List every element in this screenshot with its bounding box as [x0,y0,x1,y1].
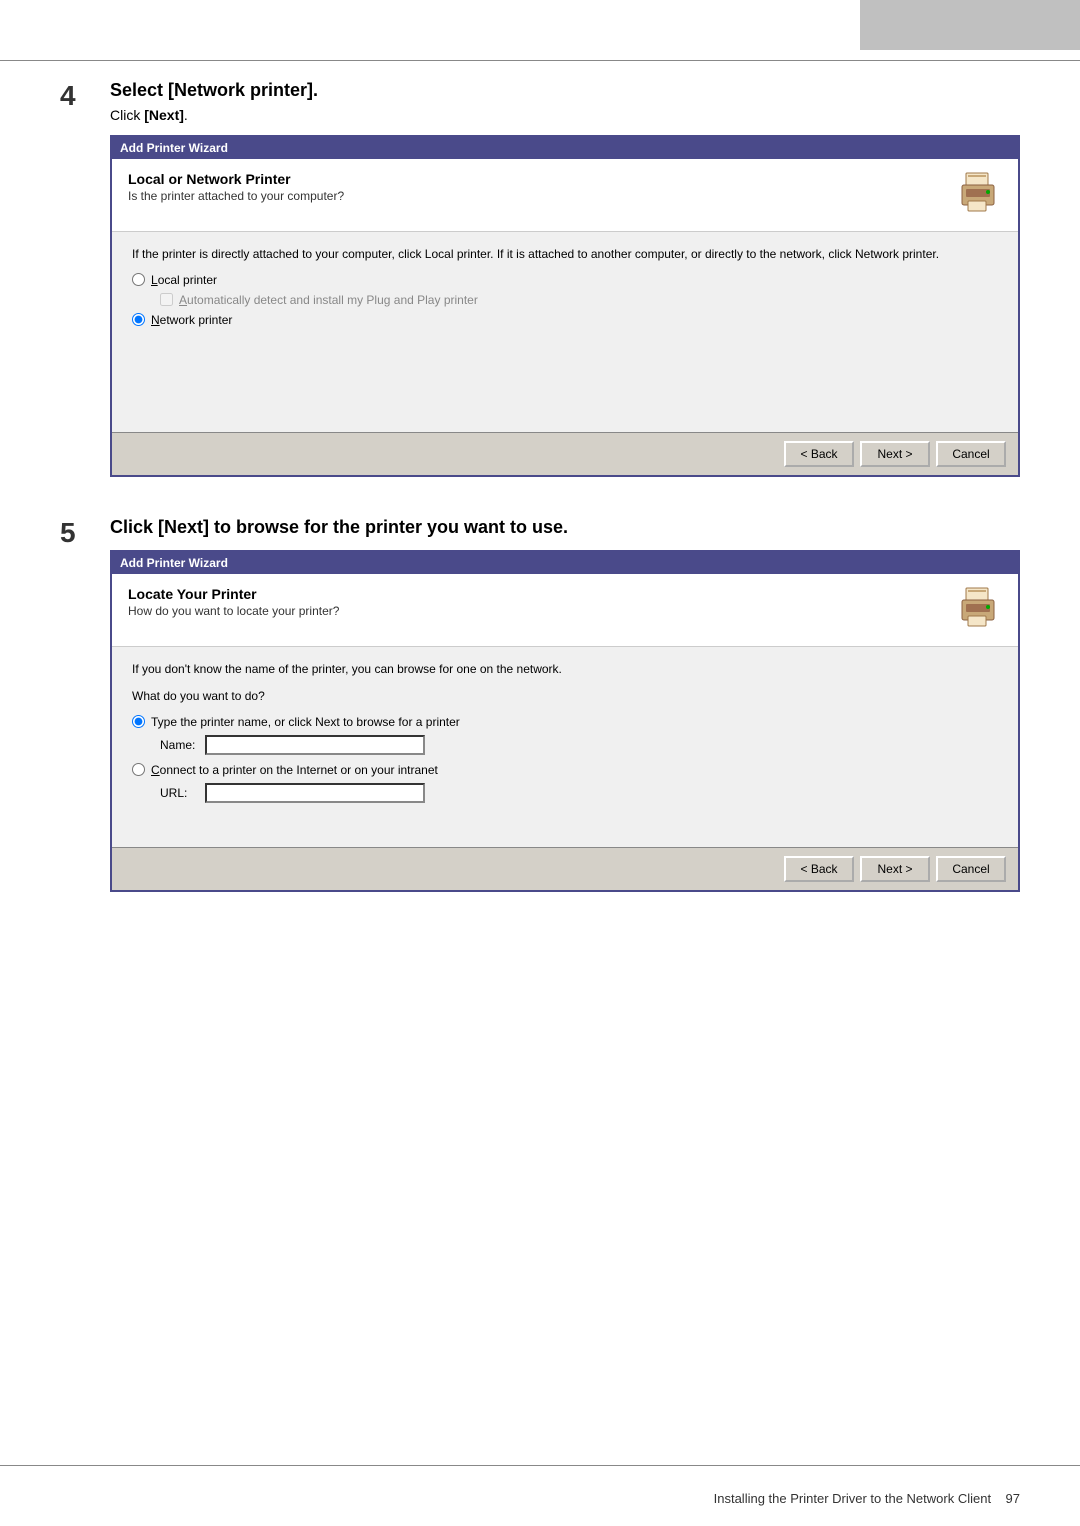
wizard-header-subtitle-2: How do you want to locate your printer? [128,604,942,618]
radio-type-name: Type the printer name, or click Next to … [132,715,998,729]
url-label: URL: [160,786,205,800]
radio-type-name-input[interactable] [132,715,145,728]
cancel-button-1[interactable]: Cancel [936,441,1006,467]
top-rule [0,60,1080,61]
radio-group-2: Type the printer name, or click Next to … [132,715,998,803]
wizard-main-1: If the printer is directly attached to y… [112,232,1018,432]
wizard-header-1: Local or Network Printer Is the printer … [112,159,1018,232]
footer: Installing the Printer Driver to the Net… [0,1491,1080,1506]
footer-page-number: 97 [1006,1491,1020,1506]
radio-type-name-label[interactable]: Type the printer name, or click Next to … [151,715,460,729]
top-bar [860,0,1080,50]
wizard-body-2: Locate Your Printer How do you want to l… [112,574,1018,890]
wizard-body-1: Local or Network Printer Is the printer … [112,159,1018,475]
wizard-footer-2: < Back Next > Cancel [112,847,1018,890]
bottom-rule [0,1465,1080,1466]
radio-network: Network printer [132,313,998,327]
radio-connect-internet: Connect to a printer on the Internet or … [132,763,998,777]
back-button-2[interactable]: < Back [784,856,854,882]
radio-network-label[interactable]: Network printer [151,313,232,327]
name-input[interactable] [205,735,425,755]
url-field-row: URL: [160,783,998,803]
wizard-box-2: Add Printer Wizard Locate Your Printer H… [110,550,1020,892]
radio-local-label[interactable]: Local printer [151,273,217,287]
step-5-title: Click [Next] to browse for the printer y… [110,517,1020,538]
main-content: 4 Select [Network printer]. Click [Next]… [60,80,1020,932]
wizard-header-title-1: Local or Network Printer [128,171,942,187]
checkbox-autodetect-label: Automatically detect and install my Plug… [179,293,478,307]
step-4-title: Select [Network printer]. [110,80,1020,101]
next-button-2[interactable]: Next > [860,856,930,882]
step-5-content: Click [Next] to browse for the printer y… [110,517,1020,892]
radio-local: Local printer [132,273,998,287]
wizard-titlebar-2: Add Printer Wizard [112,552,1018,574]
url-input[interactable] [205,783,425,803]
wizard-footer-1: < Back Next > Cancel [112,432,1018,475]
printer-icon-2 [954,586,1002,634]
radio-local-input[interactable] [132,273,145,286]
wizard-header-subtitle-1: Is the printer attached to your computer… [128,189,942,203]
printer-icon-1 [954,171,1002,219]
wizard-body-text1-2: If you don't know the name of the printe… [132,661,998,678]
step-4: 4 Select [Network printer]. Click [Next]… [60,80,1020,477]
radio-internet-label[interactable]: Connect to a printer on the Internet or … [151,763,438,777]
back-button-1[interactable]: < Back [784,441,854,467]
wizard-main-2: If you don't know the name of the printe… [112,647,1018,847]
wizard-titlebar-1: Add Printer Wizard [112,137,1018,159]
checkbox-autodetect-input[interactable] [160,293,173,306]
name-label: Name: [160,738,205,752]
step-4-number: 4 [60,82,110,477]
checkbox-autodetect: Automatically detect and install my Plug… [160,293,998,307]
next-button-1[interactable]: Next > [860,441,930,467]
footer-text: Installing the Printer Driver to the Net… [714,1491,991,1506]
printer-svg-2 [954,586,1002,634]
step-4-content: Select [Network printer]. Click [Next]. … [110,80,1020,477]
step-5: 5 Click [Next] to browse for the printer… [60,517,1020,892]
step-5-number: 5 [60,519,110,892]
radio-network-input[interactable] [132,313,145,326]
wizard-body-text-1: If the printer is directly attached to y… [132,246,998,263]
cancel-button-2[interactable]: Cancel [936,856,1006,882]
step-4-subtitle: Click [Next]. [110,107,1020,123]
wizard-body-text2-2: What do you want to do? [132,688,998,705]
wizard-box-1: Add Printer Wizard Local or Network Prin… [110,135,1020,477]
radio-internet-input[interactable] [132,763,145,776]
name-field-row: Name: [160,735,998,755]
printer-svg-1 [954,171,1002,219]
wizard-header-title-2: Locate Your Printer [128,586,942,602]
radio-group-1: Local printer Automatically detect and i… [132,273,998,327]
wizard-header-2: Locate Your Printer How do you want to l… [112,574,1018,647]
